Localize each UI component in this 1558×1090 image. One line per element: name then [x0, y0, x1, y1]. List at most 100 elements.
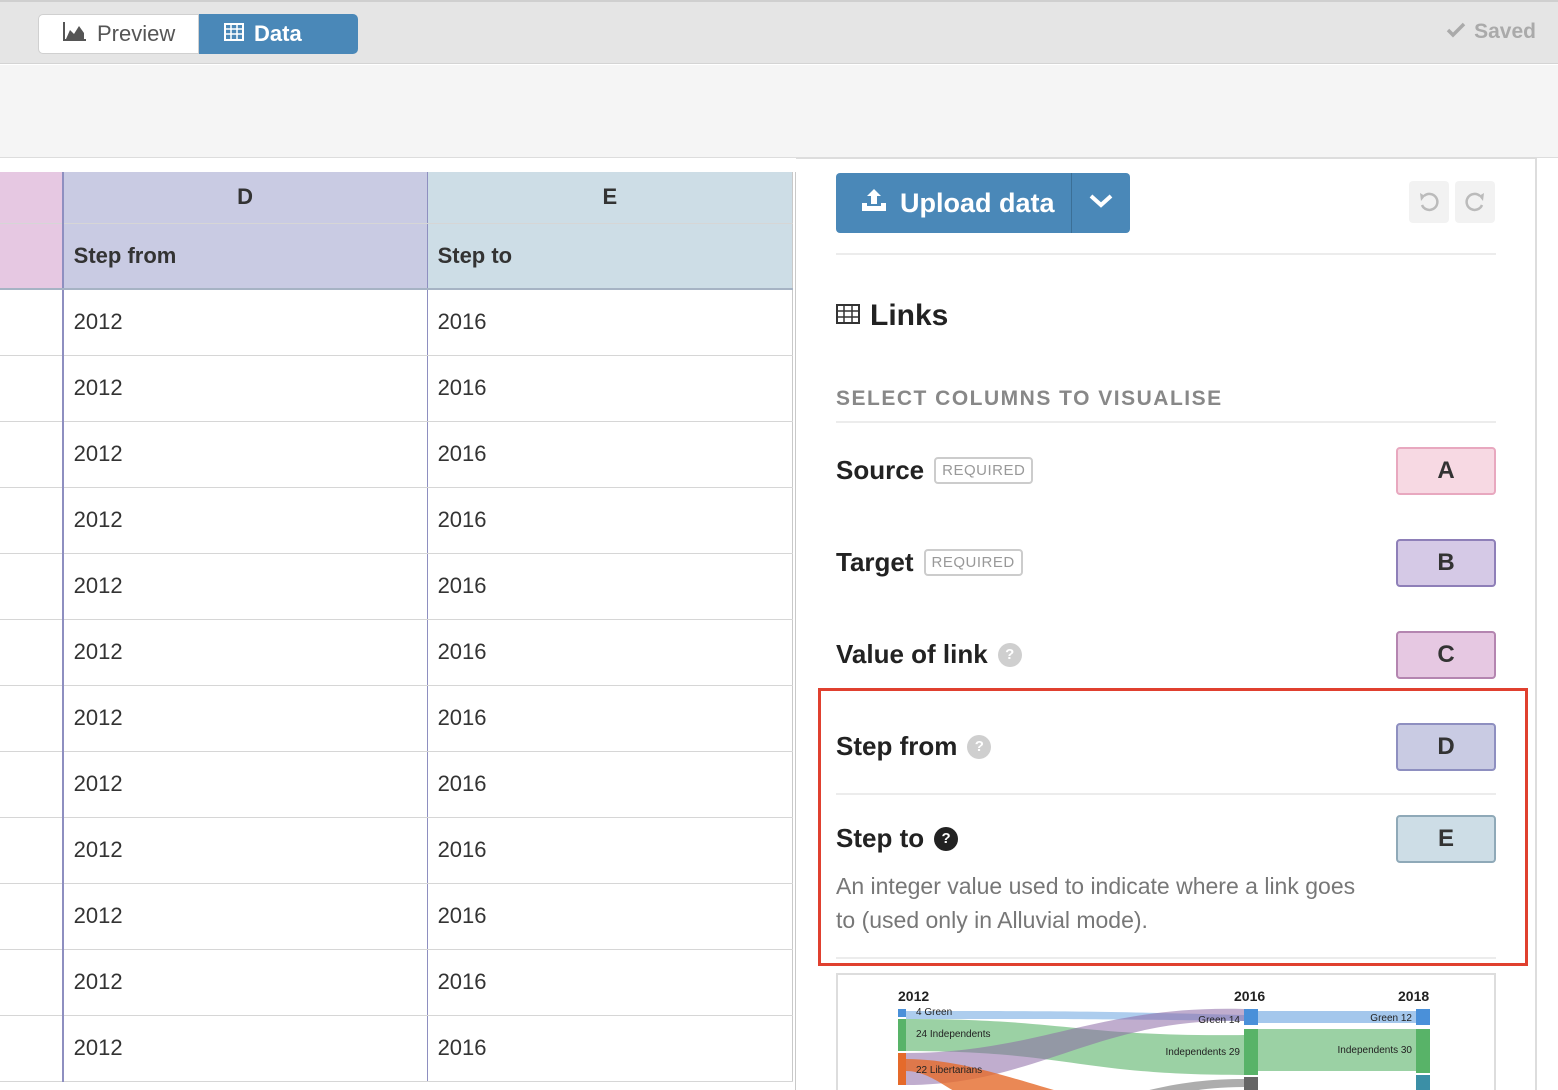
alluvial-preview-thumbnail: 2012 2016 2018 4 Green 24 Independents 2…	[836, 973, 1496, 1090]
table-cell[interactable]: 2012	[61, 619, 428, 686]
node-label: Green 14	[1198, 1015, 1240, 1026]
column-select-value[interactable]: C	[1396, 631, 1496, 679]
upload-icon	[860, 187, 888, 220]
tab-data-label: Data	[254, 21, 302, 46]
table-cell[interactable]	[0, 817, 64, 884]
tab-data[interactable]: Data	[199, 14, 358, 54]
upload-data-button[interactable]: Upload data	[836, 173, 1072, 233]
history-controls	[1409, 181, 1495, 223]
table-row: 2012 2016	[0, 949, 794, 1016]
node-label: 22 Libertarians	[916, 1065, 982, 1076]
year-label: 2018	[1398, 988, 1429, 1004]
table-cell[interactable]: 2016	[427, 751, 794, 818]
tab-preview[interactable]: Preview	[38, 14, 199, 54]
table-cell[interactable]: 2012	[61, 487, 428, 554]
table-cell[interactable]	[0, 289, 64, 356]
divider	[836, 253, 1496, 255]
table-cell[interactable]	[0, 487, 64, 554]
saved-label: Saved	[1474, 20, 1536, 43]
table-cell[interactable]	[0, 355, 64, 422]
column-letter: A	[1437, 457, 1455, 484]
table-cell[interactable]: 2012	[61, 355, 428, 422]
table-cell[interactable]: 2012	[61, 421, 428, 488]
table-cell[interactable]: 2016	[427, 487, 794, 554]
secondary-bar	[0, 65, 1558, 158]
table-row: 2012 2016	[0, 487, 794, 554]
column-select-source[interactable]: A	[1396, 447, 1496, 495]
table-cell[interactable]: 2012	[61, 553, 428, 620]
help-icon[interactable]: ?	[997, 642, 1022, 667]
node-label: Green 12	[1370, 1013, 1412, 1024]
section-title-label: Links	[870, 299, 949, 332]
table-row: 2012 2016	[0, 817, 794, 884]
column-letter-e[interactable]: E	[427, 172, 794, 224]
table-cell[interactable]	[0, 1015, 64, 1082]
table-cell[interactable]	[0, 619, 64, 686]
column-letter: B	[1437, 549, 1455, 576]
header-cell-step-to[interactable]: Step to	[427, 223, 794, 290]
table-cell[interactable]: 2016	[427, 883, 794, 950]
table-cell[interactable]: 2012	[61, 817, 428, 884]
data-table: D E Step from Step to 2012 2016 2012 2016 20…	[0, 172, 794, 1082]
header-cell-c[interactable]	[0, 223, 64, 290]
table-row: 2012 2016	[0, 685, 794, 752]
undo-button[interactable]	[1409, 181, 1449, 223]
table-row: 2012 2016	[0, 619, 794, 686]
table-cell[interactable]: 2012	[61, 685, 428, 752]
node-label: Independents 30	[1337, 1045, 1412, 1056]
table-cell[interactable]: 2012	[61, 949, 428, 1016]
data-grid[interactable]: D E Step from Step to 2012 2016 2012 2016 20…	[0, 172, 796, 1090]
table-cell[interactable]: 2012	[61, 289, 428, 356]
table-row: 2012 2016	[0, 751, 794, 818]
table-row: 2012 2016	[0, 1015, 794, 1082]
table-cell[interactable]: 2012	[61, 751, 428, 818]
top-toolbar: Preview Data Saved	[0, 0, 1558, 64]
binding-label: Value of link	[836, 639, 988, 669]
header-cell-step-from[interactable]: Step from	[61, 223, 428, 290]
required-badge: REQUIRED	[934, 457, 1034, 484]
column-select-target[interactable]: B	[1396, 539, 1496, 587]
table-cell[interactable]: 2012	[61, 1015, 428, 1082]
binding-source: Source REQUIRED	[836, 455, 1034, 486]
upload-data-button-group: Upload data	[836, 173, 1130, 233]
table-cell[interactable]	[0, 949, 64, 1016]
table-cell[interactable]: 2016	[427, 553, 794, 620]
table-cell[interactable]: 2016	[427, 619, 794, 686]
table-cell[interactable]	[0, 883, 64, 950]
table-cell[interactable]	[0, 553, 64, 620]
table-cell[interactable]: 2016	[427, 817, 794, 884]
redo-button[interactable]	[1455, 181, 1495, 223]
table-icon	[224, 21, 244, 47]
check-icon	[1446, 20, 1466, 44]
tab-preview-label: Preview	[97, 21, 176, 46]
table-cell[interactable]: 2016	[427, 1015, 794, 1082]
table-cell[interactable]	[0, 685, 64, 752]
column-letter-c[interactable]	[0, 172, 64, 224]
binding-label: Target	[836, 547, 914, 577]
saved-status: Saved	[1446, 20, 1536, 44]
section-title: Links	[836, 299, 948, 333]
divider	[836, 421, 1496, 423]
required-badge: REQUIRED	[923, 549, 1023, 576]
undo-icon	[1420, 192, 1439, 212]
upload-data-label: Upload data	[900, 187, 1055, 218]
select-columns-label: SELECT COLUMNS TO VISUALISE	[836, 387, 1223, 410]
table-cell[interactable]: 2016	[427, 685, 794, 752]
year-label: 2016	[1234, 988, 1265, 1004]
table-cell[interactable]: 2016	[427, 421, 794, 488]
column-letter: C	[1437, 641, 1455, 668]
table-row: 2012 2016	[0, 355, 794, 422]
table-row: 2012 2016	[0, 883, 794, 950]
table-cell[interactable]: 2012	[61, 883, 428, 950]
binding-target: Target REQUIRED	[836, 547, 1023, 578]
node-label: Independents 29	[1165, 1047, 1240, 1058]
upload-options-dropdown[interactable]	[1072, 173, 1130, 233]
table-cell[interactable]: 2016	[427, 949, 794, 1016]
table-row: 2012 2016	[0, 289, 794, 356]
table-cell[interactable]	[0, 751, 64, 818]
column-letter-d[interactable]: D	[61, 172, 428, 224]
node-label: 4 Green	[916, 1007, 952, 1018]
table-cell[interactable]: 2016	[427, 355, 794, 422]
table-cell[interactable]: 2016	[427, 289, 794, 356]
table-cell[interactable]	[0, 421, 64, 488]
